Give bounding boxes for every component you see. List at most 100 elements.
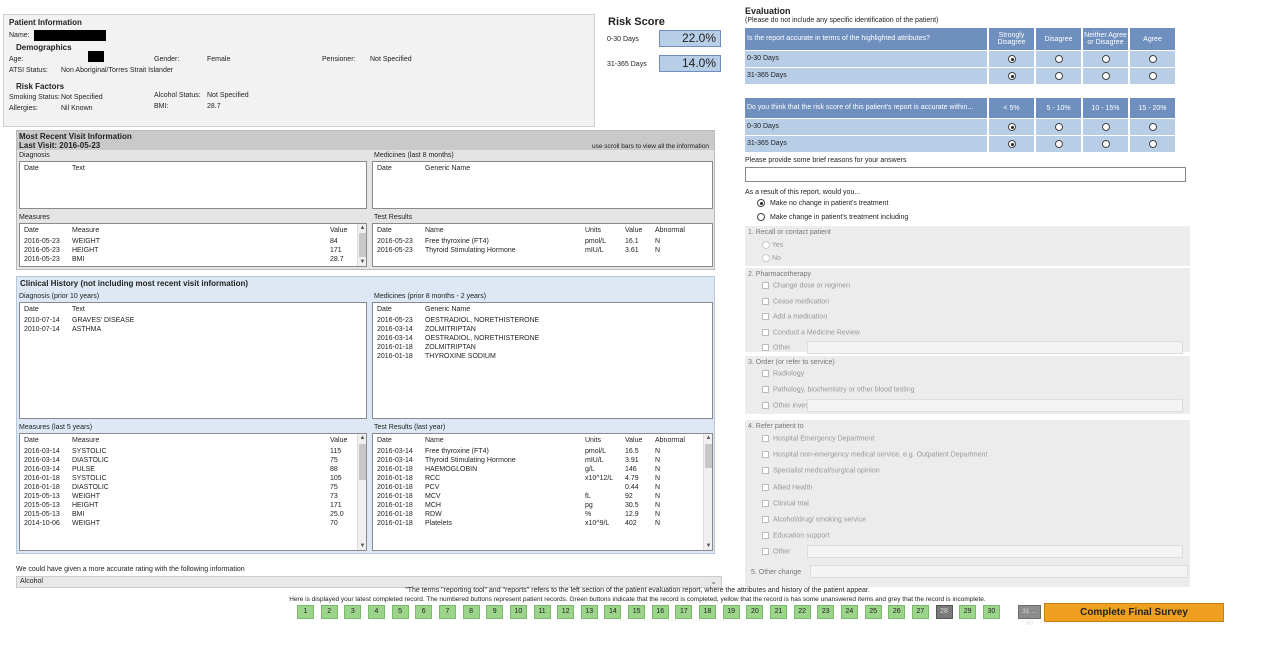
page-button-9[interactable]: 9 <box>486 605 504 619</box>
order-option[interactable]: Radiology <box>762 370 804 377</box>
pharma-option[interactable]: Change dose or regimen <box>762 282 850 289</box>
no-change-option[interactable]: Make no change in patient's treatment <box>757 199 888 207</box>
q2-radio[interactable] <box>1007 123 1016 131</box>
q1-radio[interactable] <box>1101 55 1110 63</box>
pharma-option[interactable]: Cease medication <box>762 297 829 305</box>
page-button-10[interactable]: 10 <box>509 605 527 619</box>
checkbox[interactable] <box>762 297 769 305</box>
page-button-13[interactable]: 13 <box>580 605 598 619</box>
q1-cell[interactable] <box>1083 51 1128 67</box>
page-button-19[interactable]: 19 <box>722 605 740 619</box>
q1-radio[interactable] <box>1007 55 1016 63</box>
q1-cell[interactable] <box>1083 68 1128 84</box>
reasons-input[interactable] <box>745 167 1186 182</box>
change-radio[interactable] <box>757 213 765 221</box>
checkbox[interactable] <box>762 483 769 491</box>
page-button-20[interactable]: 20 <box>746 605 764 619</box>
page-button-27[interactable]: 27 <box>911 605 929 619</box>
q2-cell[interactable] <box>1083 119 1128 135</box>
q1-cell[interactable] <box>1036 51 1081 67</box>
page-button-30[interactable]: 30 <box>982 605 1000 619</box>
q1-radio[interactable] <box>1054 55 1063 63</box>
q2-radio[interactable] <box>1007 140 1016 148</box>
q2-cell[interactable] <box>1083 136 1128 152</box>
page-button-14[interactable]: 14 <box>604 605 622 619</box>
q1-radio[interactable] <box>1054 72 1063 80</box>
q1-cell[interactable] <box>989 68 1034 84</box>
q2-radio[interactable] <box>1148 140 1157 148</box>
page-button-17[interactable]: 17 <box>675 605 693 619</box>
chevron-down-icon[interactable]: ⌄ <box>710 577 717 586</box>
refer-option[interactable]: Allied Health <box>762 483 812 491</box>
page-button-15[interactable]: 15 <box>628 605 646 619</box>
history-measures-grid[interactable]: Date Measure Value 2016-03-14 SYSTOLIC 115… <box>19 433 367 551</box>
order-option[interactable]: Other investigation <box>762 399 1183 412</box>
q1-cell[interactable] <box>1130 68 1175 84</box>
recent-diagnosis-grid[interactable]: Date Text <box>19 161 367 209</box>
recall-yes[interactable]: Yes <box>762 241 783 249</box>
recent-measures-grid[interactable]: Date Measure Value 2016-05-23 WEIGHT 84 20… <box>19 223 367 267</box>
checkbox[interactable] <box>762 313 769 320</box>
refer-option[interactable]: Other <box>762 545 1183 559</box>
page-button-6[interactable]: 6 <box>415 605 433 619</box>
recall-no-radio[interactable] <box>762 254 770 262</box>
checkbox[interactable] <box>762 282 769 289</box>
scroll-up-icon[interactable]: ▲ <box>704 434 712 442</box>
other-input[interactable] <box>807 545 1183 559</box>
scroll-up-icon[interactable]: ▲ <box>358 224 366 232</box>
complete-final-survey-button[interactable]: Complete Final Survey <box>1044 603 1224 622</box>
page-button-5[interactable]: 5 <box>391 605 409 619</box>
q2-radio[interactable] <box>1148 123 1157 131</box>
scrollbar[interactable]: ▲ ▼ <box>357 224 366 266</box>
page-button-16[interactable]: 16 <box>651 605 669 619</box>
history-diagnosis-grid[interactable]: Date Text 2010-07-14 GRAVES' DISEASE 2010… <box>19 302 367 419</box>
q1-cell[interactable] <box>1130 51 1175 67</box>
other-change-input[interactable] <box>810 565 1188 578</box>
checkbox[interactable] <box>762 370 769 377</box>
history-medicines-grid[interactable]: Date Generic Name 2016-05-23 OESTRADIOL, … <box>372 302 713 419</box>
other-input[interactable] <box>807 399 1183 412</box>
checkbox[interactable] <box>762 328 769 336</box>
checkbox[interactable] <box>762 386 769 393</box>
scrollbar[interactable]: ▲ ▼ <box>703 434 712 550</box>
q1-cell[interactable] <box>1036 68 1081 84</box>
page-button-8[interactable]: 8 <box>462 605 480 619</box>
q1-cell[interactable] <box>989 51 1034 67</box>
page-button-28[interactable]: 28 <box>935 605 953 619</box>
scroll-down-icon[interactable]: ▼ <box>358 542 366 550</box>
checkbox[interactable] <box>762 451 769 459</box>
page-button-21[interactable]: 21 <box>770 605 787 619</box>
scrollbar[interactable]: ▲ ▼ <box>357 434 366 550</box>
q1-radio[interactable] <box>1148 72 1157 80</box>
refer-option[interactable]: Alcohol/drug/ smoking service <box>762 516 866 523</box>
q2-cell[interactable] <box>1036 119 1081 135</box>
scroll-down-icon[interactable]: ▼ <box>358 258 366 266</box>
checkbox[interactable] <box>762 532 769 540</box>
page-button-1[interactable]: 1 <box>297 605 314 619</box>
refer-option[interactable]: Specialist medical/surgical opinion <box>762 467 880 475</box>
q2-cell[interactable] <box>1130 136 1175 152</box>
refer-option[interactable]: Education support <box>762 532 829 540</box>
history-tests-grid[interactable]: Date Name Units Value Abnormal 2016-03-1… <box>372 433 713 551</box>
recent-medicines-grid[interactable]: Date Generic Name <box>372 161 713 209</box>
pharma-option[interactable]: Conduct a Medicine Review <box>762 328 860 336</box>
refer-option[interactable]: Hospital non-emergency medical service, … <box>762 451 987 459</box>
checkbox[interactable] <box>762 402 769 409</box>
q2-radio[interactable] <box>1101 140 1110 148</box>
page-button-23[interactable]: 23 <box>817 605 835 619</box>
order-option[interactable]: Pathology, biochemistry or other blood t… <box>762 386 915 393</box>
q2-cell[interactable] <box>1036 136 1081 152</box>
recall-no[interactable]: No <box>762 254 781 262</box>
checkbox[interactable] <box>762 435 769 442</box>
pharma-option[interactable]: Add a medication <box>762 313 827 320</box>
page-button-12[interactable]: 12 <box>557 605 575 619</box>
checkbox[interactable] <box>762 516 769 523</box>
checkbox[interactable] <box>762 499 769 507</box>
more-pages-button[interactable]: 31 ... 60 <box>1018 605 1041 627</box>
other-input[interactable] <box>807 341 1183 354</box>
recent-tests-grid[interactable]: Date Name Units Value Abnormal 2016-05-2… <box>372 223 713 267</box>
q2-cell[interactable] <box>989 119 1034 135</box>
pharma-option[interactable]: Other <box>762 341 1183 354</box>
checkbox[interactable] <box>762 548 769 556</box>
page-button-29[interactable]: 29 <box>959 605 977 619</box>
